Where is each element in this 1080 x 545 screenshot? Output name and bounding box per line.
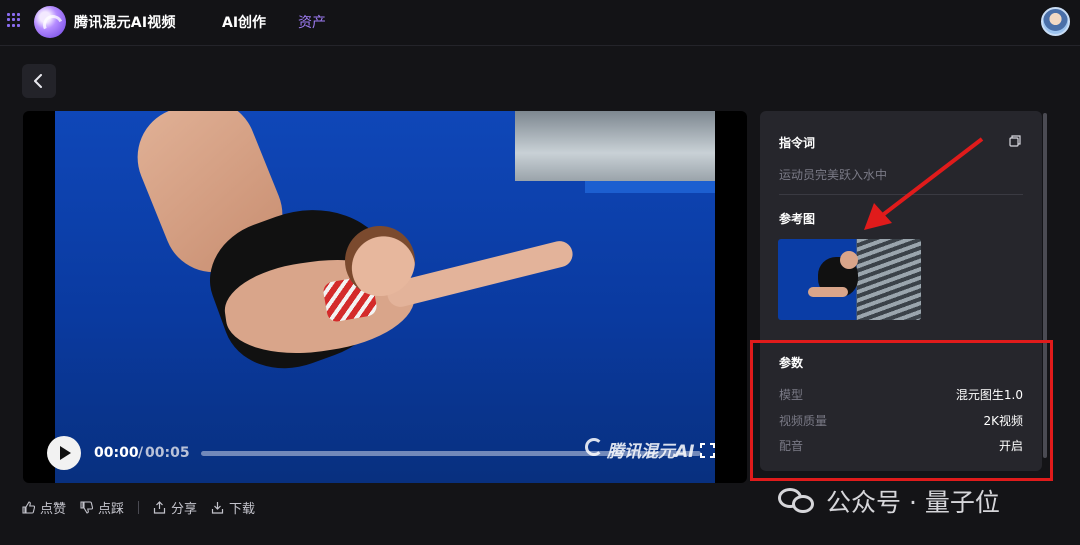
red-annotation-box: [750, 340, 1053, 481]
wechat-icon: [778, 486, 818, 516]
action-bar: 点赞 点踩 分享 下载: [22, 497, 269, 517]
red-annotation-arrow: [864, 137, 984, 230]
download-icon: [211, 501, 224, 514]
back-button[interactable]: [22, 64, 56, 98]
share-button[interactable]: 分享: [153, 498, 197, 517]
time-separator: /: [138, 445, 144, 461]
hunyuan-logo[interactable]: [34, 6, 66, 38]
dislike-button[interactable]: 点踩: [80, 498, 124, 517]
nav-assets[interactable]: 资产: [298, 12, 326, 32]
share-icon: [153, 500, 166, 514]
play-icon: [60, 446, 71, 460]
total-time: 00:05: [145, 445, 190, 461]
apps-grid-icon[interactable]: [7, 13, 21, 27]
copy-icon[interactable]: [1009, 135, 1021, 147]
play-button[interactable]: [47, 436, 81, 470]
chevron-left-icon: [34, 74, 42, 88]
video-player[interactable]: 00:00 / 00:05 腾讯混元AI: [23, 111, 747, 483]
thumb-down-icon: [80, 500, 94, 514]
reference-image[interactable]: [778, 239, 921, 320]
thumb-up-icon: [22, 500, 35, 514]
user-avatar[interactable]: [1041, 7, 1070, 36]
fullscreen-icon[interactable]: [700, 443, 715, 458]
reference-title: 参考图: [779, 212, 816, 226]
player-controls: 00:00 / 00:05 腾讯混元AI: [23, 423, 747, 483]
brand-name[interactable]: 腾讯混元AI视频: [74, 12, 176, 32]
download-button[interactable]: 下载: [211, 498, 255, 517]
prompt-title: 指令词: [779, 136, 816, 150]
like-button[interactable]: 点赞: [22, 498, 66, 517]
current-time: 00:00: [94, 445, 139, 461]
video-watermark: 腾讯混元AI: [607, 442, 695, 462]
wechat-watermark: 公众号 · 量子位: [778, 484, 1000, 518]
action-divider: [138, 500, 140, 514]
top-nav-bar: 腾讯混元AI视频 AI创作 资产: [0, 0, 1080, 46]
nav-ai-create[interactable]: AI创作: [222, 12, 266, 32]
